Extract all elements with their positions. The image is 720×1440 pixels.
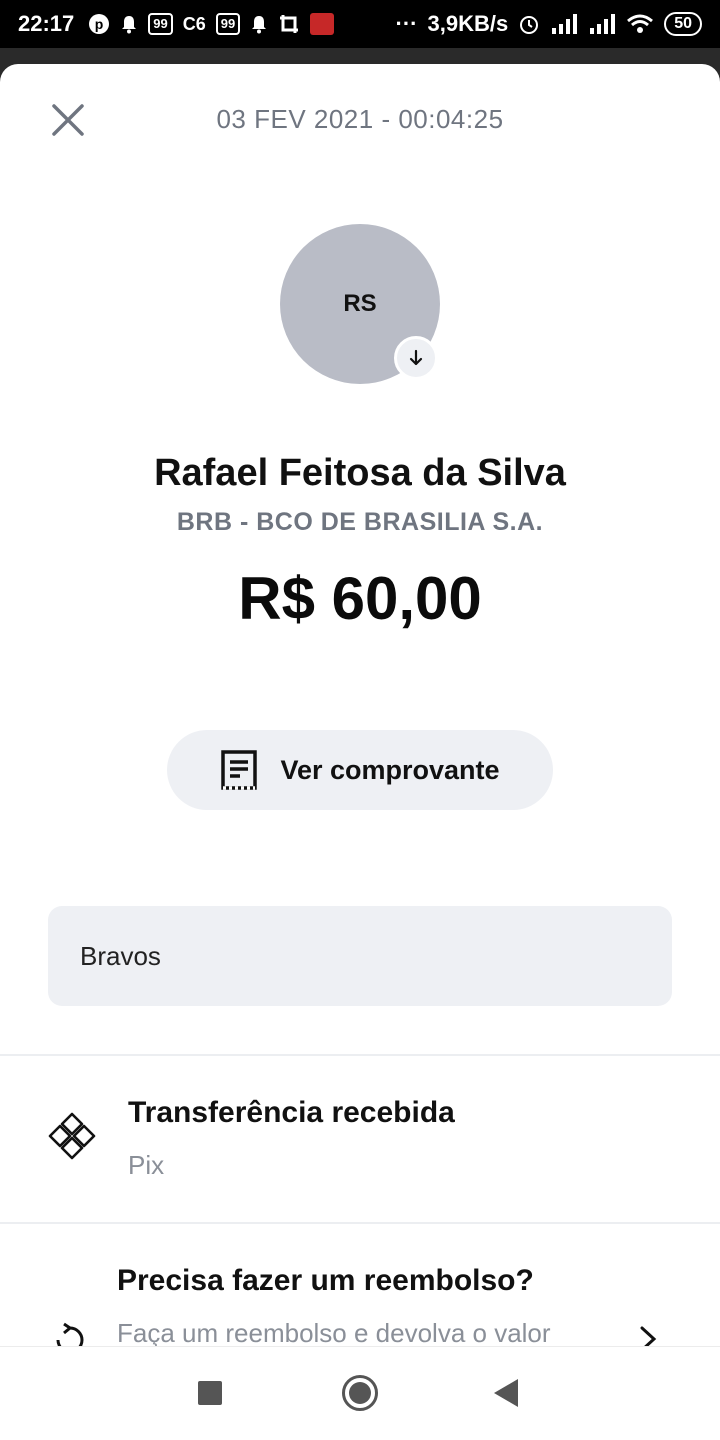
bell-icon — [122, 16, 137, 34]
view-receipt-button[interactable]: Ver comprovante — [167, 730, 553, 810]
pinterest-icon: p — [89, 14, 110, 34]
battery-icon: 50 — [664, 12, 702, 36]
c6-icon: C6 — [182, 13, 206, 34]
system-navigation-bar — [0, 1346, 720, 1440]
svg-text:p: p — [95, 16, 104, 32]
home-button[interactable] — [342, 1375, 378, 1411]
arrow-down-icon — [409, 349, 423, 366]
transfer-message-text: Bravos — [80, 940, 161, 971]
transaction-type-title: Transferência recebida — [128, 1096, 455, 1129]
status-time: 22:17 — [18, 11, 75, 36]
transaction-type-row: Transferência recebida Pix — [0, 1056, 720, 1222]
contact-name: Rafael Feitosa da Silva — [154, 452, 566, 494]
bank-name: BRB - BCO DE BRASILIA S.A. — [176, 508, 544, 536]
recent-apps-button[interactable] — [198, 1381, 222, 1405]
transaction-type-subtitle: Pix — [128, 1150, 165, 1180]
bell-icon-2 — [252, 16, 267, 34]
signal-icon-2 — [590, 14, 616, 34]
back-button[interactable] — [494, 1379, 518, 1407]
transaction-detail-sheet: 03 FEV 2021 - 00:04:25 RS Rafael Feitosa… — [0, 64, 720, 1346]
receipt-icon — [221, 750, 258, 790]
food-app-icon: 99 — [148, 13, 173, 35]
signal-icon — [552, 14, 578, 34]
view-receipt-label: Ver comprovante — [280, 754, 500, 785]
status-bar: 22:17 p 99 C6 99 ··· 3,9KB/s 50 — [0, 0, 720, 48]
refund-title: Precisa fazer um reembolso? — [117, 1264, 534, 1297]
crop-icon — [280, 15, 299, 33]
incoming-badge — [394, 336, 438, 380]
status-right: ··· 3,9KB/s 50 — [395, 11, 702, 37]
notification-icons: p 99 C6 99 — [88, 13, 335, 35]
wifi-icon — [627, 14, 654, 33]
transaction-datetime: 03 FEV 2021 - 00:04:25 — [216, 104, 504, 134]
app-red-icon — [310, 13, 335, 35]
alarm-icon — [520, 16, 539, 34]
more-notifications-icon: ··· — [395, 11, 418, 36]
net-speed: 3,9KB/s — [427, 11, 509, 36]
food-app-icon-2: 99 — [215, 13, 241, 35]
refund-row[interactable]: Precisa fazer um reembolso? Faça um reem… — [0, 1224, 720, 1346]
pix-icon — [48, 1112, 96, 1160]
refund-subtitle: Faça um reembolso e devolva o valor — [117, 1318, 551, 1346]
avatar-initials: RS — [343, 290, 377, 317]
transaction-amount: R$ 60,00 — [238, 565, 482, 632]
transfer-message: Bravos — [48, 906, 672, 1006]
refund-icon — [56, 1322, 84, 1346]
chevron-right-icon — [640, 1326, 657, 1346]
